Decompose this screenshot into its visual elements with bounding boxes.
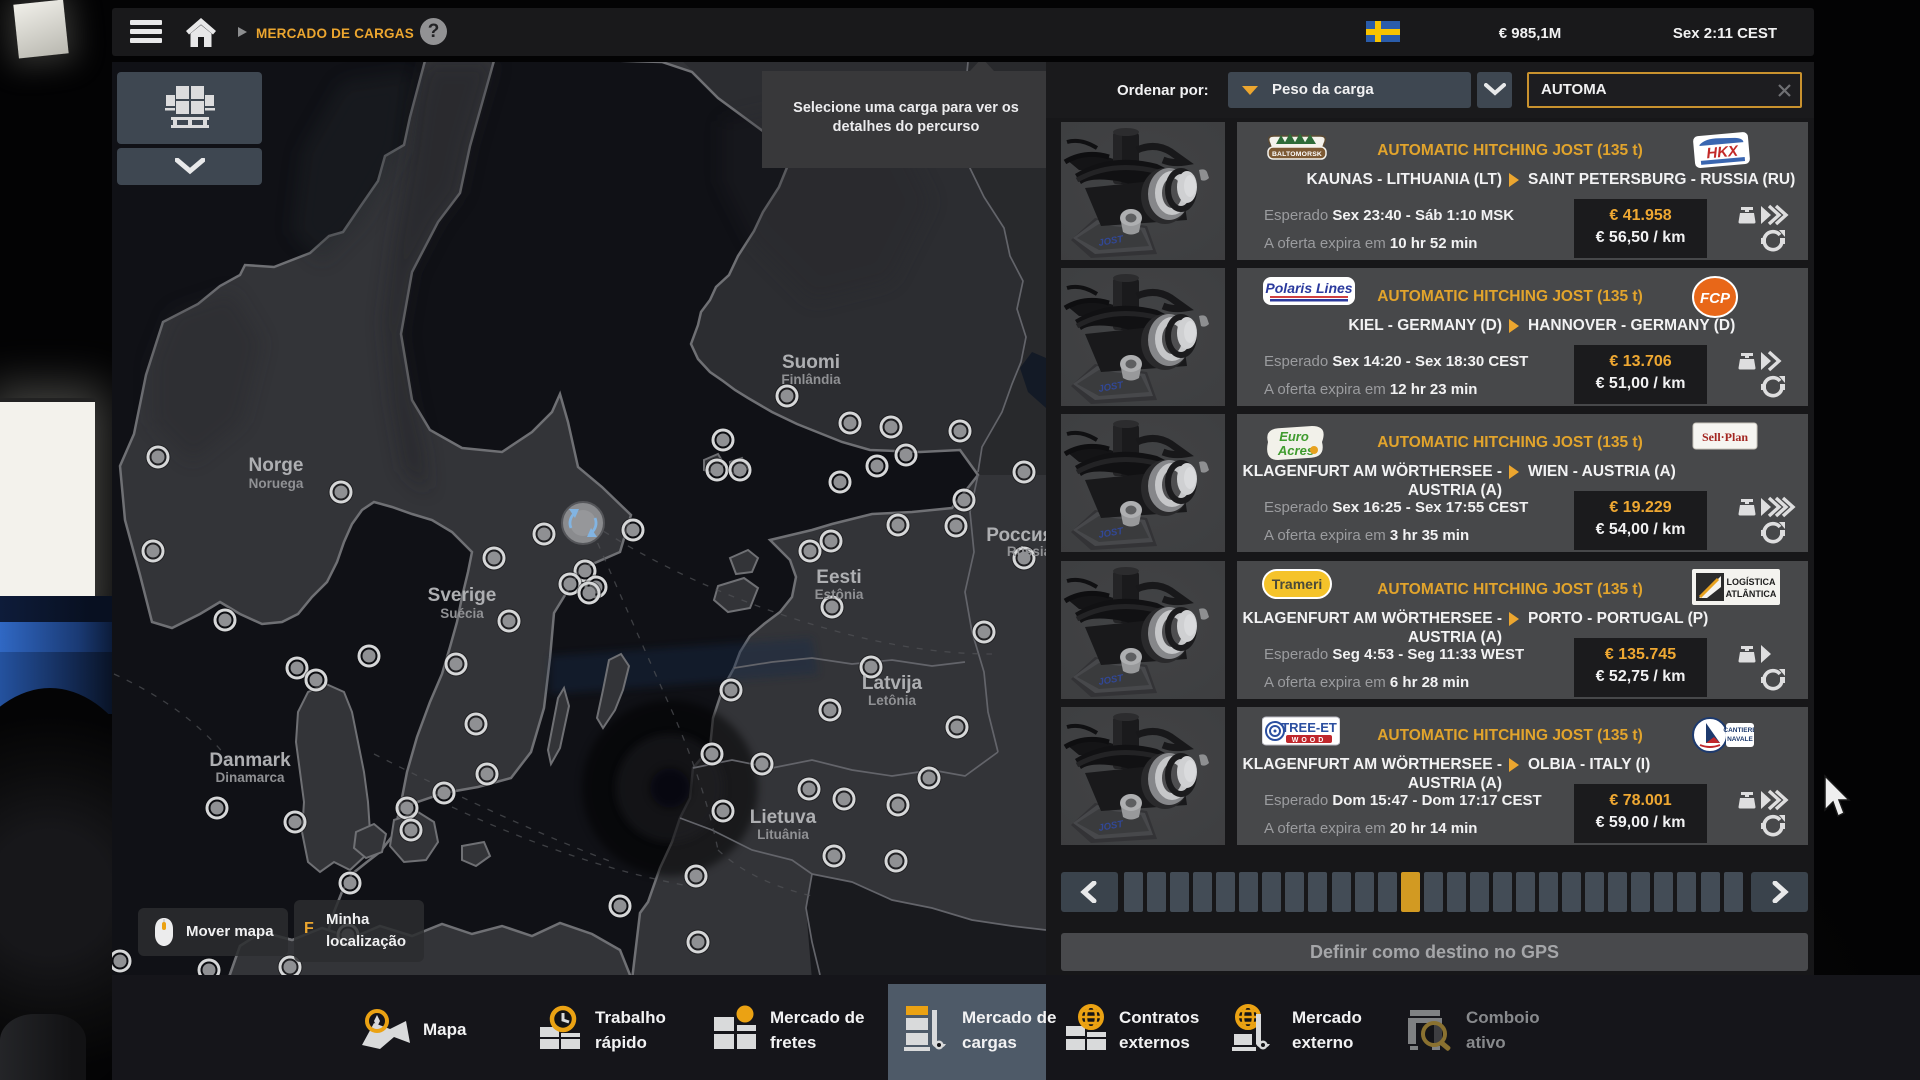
svg-text:Acres: Acres — [1277, 443, 1314, 458]
svg-text:Finlândia: Finlândia — [781, 372, 841, 387]
svg-text:Suécia: Suécia — [440, 606, 484, 621]
svg-text:Eesti: Eesti — [816, 567, 861, 588]
svg-text:Sell·Plan: Sell·Plan — [1702, 430, 1748, 444]
svg-text:LOGÍSTICA: LOGÍSTICA — [1727, 577, 1776, 587]
svg-text:Rússia: Rússia — [1007, 544, 1046, 559]
svg-text:WOOD: WOOD — [1292, 737, 1327, 744]
svg-text:Norge: Norge — [249, 455, 304, 476]
svg-text:BALTOMORSK: BALTOMORSK — [1272, 151, 1322, 158]
svg-text:Lietuva: Lietuva — [750, 807, 817, 828]
svg-text:Dinamarca: Dinamarca — [215, 770, 285, 785]
svg-text:CANTIERE: CANTIERE — [1723, 727, 1754, 734]
svg-text:Trameri: Trameri — [1272, 576, 1323, 592]
svg-text:Lituânia: Lituânia — [757, 827, 809, 842]
svg-text:Danmark: Danmark — [209, 750, 291, 771]
svg-text:Suomi: Suomi — [782, 352, 840, 373]
svg-text:Noruega: Noruega — [249, 476, 304, 491]
svg-text:Sverige: Sverige — [428, 585, 497, 606]
svg-text:Euro: Euro — [1279, 429, 1309, 444]
svg-text:Estônia: Estônia — [815, 587, 864, 602]
svg-text:TREE-ET: TREE-ET — [1281, 720, 1337, 735]
svg-text:ATLÂNTICA: ATLÂNTICA — [1726, 588, 1777, 599]
svg-text:NAVALE: NAVALE — [1727, 736, 1753, 743]
svg-text:Россия: Россия — [986, 525, 1046, 546]
svg-text:Letônia: Letônia — [868, 693, 916, 708]
svg-text:Latvija: Latvija — [862, 673, 923, 694]
svg-text:FCP: FCP — [1700, 290, 1731, 307]
